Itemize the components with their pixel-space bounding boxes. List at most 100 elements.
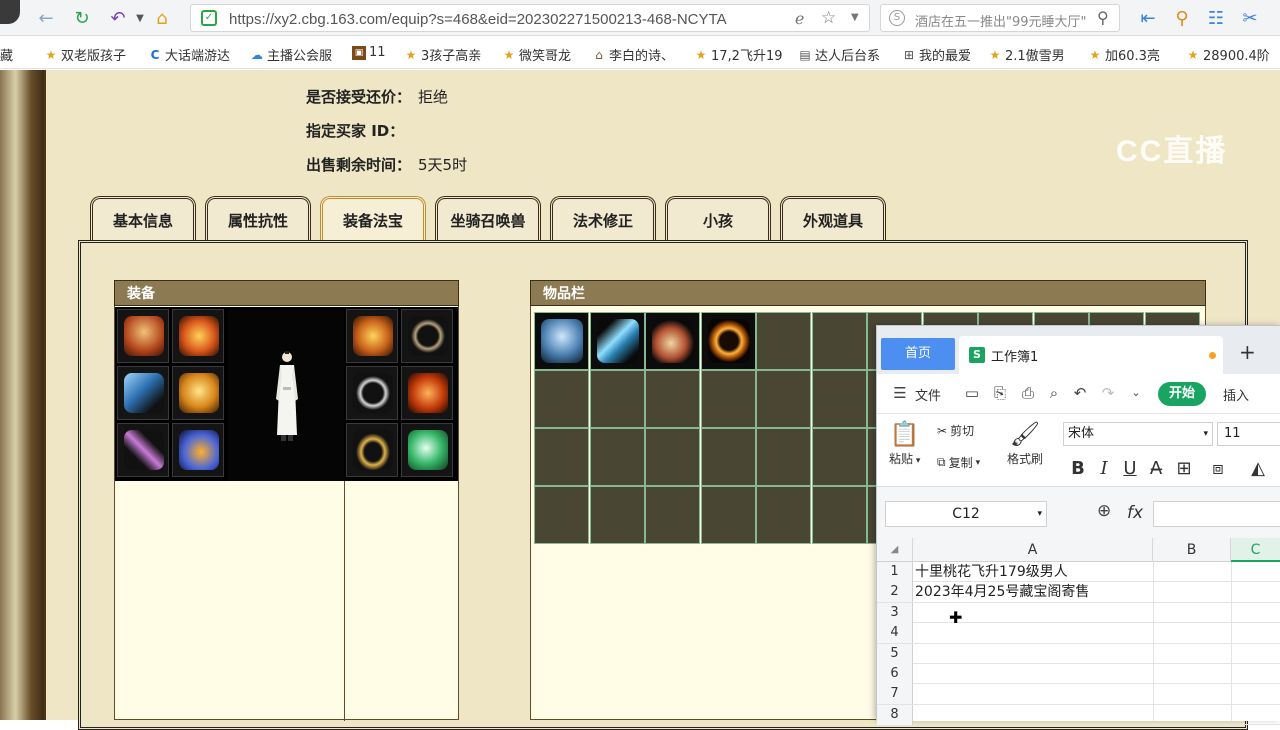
plus-icon[interactable]: + bbox=[1239, 340, 1256, 364]
column-header[interactable]: C bbox=[1231, 538, 1280, 562]
equip-slot[interactable] bbox=[117, 366, 169, 420]
border-icon[interactable]: ⊞ bbox=[1173, 458, 1195, 479]
tab-attributes[interactable]: 属性抗性 bbox=[205, 196, 311, 242]
inventory-slot[interactable] bbox=[811, 428, 867, 486]
equip-slot[interactable] bbox=[346, 309, 398, 363]
inventory-slot[interactable] bbox=[756, 312, 811, 370]
equip-slot[interactable] bbox=[401, 423, 453, 477]
bookmark-item[interactable]: ▣ 11 bbox=[352, 45, 386, 60]
column-header[interactable]: A bbox=[913, 538, 1153, 562]
tab-equipment[interactable]: 装备法宝 bbox=[320, 196, 426, 242]
search-input[interactable]: S 酒店在五一推出"99元睡大厅" ⚲ bbox=[880, 4, 1120, 32]
inventory-slot[interactable] bbox=[534, 370, 589, 428]
inventory-slot[interactable] bbox=[756, 428, 811, 486]
name-box[interactable]: C12 ▾ bbox=[885, 501, 1047, 527]
cell-style-icon[interactable]: ⧈ bbox=[1207, 458, 1229, 479]
inventory-slot[interactable] bbox=[589, 428, 645, 486]
key-icon[interactable]: ⚲ bbox=[1170, 6, 1194, 30]
undo-icon[interactable]: ↶ bbox=[1071, 384, 1089, 402]
inventory-slot[interactable] bbox=[589, 370, 645, 428]
inventory-slot[interactable] bbox=[645, 486, 700, 544]
row-number[interactable]: 8 bbox=[877, 704, 913, 725]
inventory-slot[interactable] bbox=[645, 428, 700, 486]
inventory-slot[interactable] bbox=[700, 312, 756, 370]
font-name-select[interactable]: 宋体 ▾ bbox=[1063, 422, 1213, 446]
inventory-slot[interactable] bbox=[534, 486, 589, 544]
search-text[interactable]: 酒店在五一推出"99元睡大厅" bbox=[915, 11, 1087, 30]
equip-slot[interactable] bbox=[172, 423, 224, 477]
bookmark-item[interactable]: ☁ 主播公会服 bbox=[250, 45, 332, 65]
equip-slot[interactable] bbox=[117, 309, 169, 363]
more-icon[interactable]: ⌄ bbox=[1127, 384, 1145, 402]
bookmark-item[interactable]: ★ 28900.4阶 bbox=[1186, 45, 1270, 65]
equip-slot[interactable] bbox=[172, 309, 224, 363]
bookmark-item[interactable]: ★ 双老版孩子 bbox=[44, 45, 126, 65]
italic-icon[interactable]: I bbox=[1093, 458, 1115, 479]
row-number[interactable]: 4 bbox=[877, 623, 913, 644]
cell-a[interactable] bbox=[915, 644, 1153, 664]
chevron-down-icon[interactable]: ▼ bbox=[851, 12, 859, 23]
preview-icon[interactable]: ⌕ bbox=[1045, 384, 1063, 402]
bookmark-item[interactable]: ★ 2.1傲雪男 bbox=[988, 45, 1065, 65]
formula-input[interactable] bbox=[1153, 501, 1280, 527]
cell-a[interactable] bbox=[915, 664, 1153, 684]
bookmark-item[interactable]: ★ 微笑哥龙 bbox=[502, 45, 571, 65]
login-icon[interactable]: ⇤ bbox=[1136, 6, 1160, 30]
cell-a[interactable] bbox=[915, 705, 1153, 725]
inventory-slot[interactable] bbox=[700, 486, 756, 544]
home-icon[interactable]: ⌂ bbox=[150, 6, 174, 30]
bookmark-item[interactable]: 藏 bbox=[0, 45, 13, 64]
tab-spells[interactable]: 法术修正 bbox=[550, 196, 656, 242]
equip-slot[interactable] bbox=[346, 366, 398, 420]
row-number[interactable]: 6 bbox=[877, 664, 913, 684]
inventory-slot[interactable] bbox=[811, 312, 867, 370]
tab-children[interactable]: 小孩 bbox=[665, 196, 771, 242]
bookmark-item[interactable]: ▤ 达人后台系 bbox=[798, 45, 880, 65]
fx-icon[interactable]: fx bbox=[1127, 503, 1143, 523]
row-number[interactable]: 3 bbox=[877, 602, 913, 623]
equip-slot[interactable] bbox=[401, 309, 453, 363]
edge-icon[interactable]: ℯ bbox=[795, 9, 804, 28]
bookmark-item[interactable]: ★ 3孩子高亲 bbox=[404, 45, 482, 65]
inventory-slot[interactable] bbox=[589, 486, 645, 544]
inventory-slot[interactable] bbox=[811, 486, 867, 544]
inventory-slot[interactable] bbox=[645, 312, 700, 370]
tab-basic-info[interactable]: 基本信息 bbox=[90, 196, 196, 242]
column-header[interactable]: B bbox=[1153, 538, 1231, 562]
chevron-down-icon[interactable]: ▼ bbox=[128, 6, 152, 30]
row-number[interactable]: 7 bbox=[877, 684, 913, 705]
inventory-slot[interactable] bbox=[645, 370, 700, 428]
reload-icon[interactable]: ↻ bbox=[70, 6, 94, 30]
zoom-icon[interactable]: ⊕ bbox=[1097, 501, 1111, 521]
inventory-slot[interactable] bbox=[700, 428, 756, 486]
scissors-icon[interactable]: ✂ bbox=[1238, 6, 1262, 30]
equip-slot[interactable] bbox=[172, 366, 224, 420]
format-painter-button[interactable]: 🖌 格式刷 bbox=[1007, 420, 1043, 467]
inventory-slot[interactable] bbox=[756, 370, 811, 428]
save-icon[interactable]: ▭ bbox=[963, 384, 981, 402]
export-icon[interactable]: ⎘ bbox=[991, 384, 1009, 402]
address-bar[interactable]: ✓ https://xy2.cbg.163.com/equip?s=468&ei… bbox=[190, 4, 870, 32]
bold-icon[interactable]: B bbox=[1067, 458, 1089, 479]
row-number[interactable]: 2 bbox=[877, 582, 913, 603]
tab-appearance[interactable]: 外观道具 bbox=[780, 196, 886, 242]
bookmark-item[interactable]: ⊞ 我的最爱 bbox=[902, 45, 971, 65]
inventory-slot[interactable] bbox=[534, 428, 589, 486]
cut-button[interactable]: ✂ 剪切 bbox=[937, 422, 974, 439]
inventory-slot[interactable] bbox=[811, 370, 867, 428]
equip-slot[interactable] bbox=[117, 423, 169, 477]
select-all-corner[interactable]: ◢ bbox=[877, 538, 913, 562]
menu-insert[interactable]: 插入 bbox=[1223, 385, 1249, 404]
fill-color-icon[interactable]: ◭ bbox=[1247, 458, 1269, 479]
inventory-slot[interactable] bbox=[589, 312, 645, 370]
equip-slot[interactable] bbox=[346, 423, 398, 477]
avatar[interactable] bbox=[0, 0, 20, 24]
menu-file[interactable]: 文件 bbox=[915, 385, 941, 404]
bookmark-item[interactable]: ⌂ 李白的诗、 bbox=[592, 45, 674, 65]
inventory-slot[interactable] bbox=[756, 486, 811, 544]
cell-a[interactable] bbox=[915, 684, 1153, 704]
bookmark-item[interactable]: ★ 17,2飞升19 bbox=[694, 45, 783, 65]
copy-button[interactable]: ⧉ 复制 ▾ bbox=[937, 454, 980, 471]
bookmark-item[interactable]: C 大话端游达 bbox=[148, 45, 230, 65]
translate-icon[interactable]: ☷ bbox=[1204, 6, 1228, 30]
